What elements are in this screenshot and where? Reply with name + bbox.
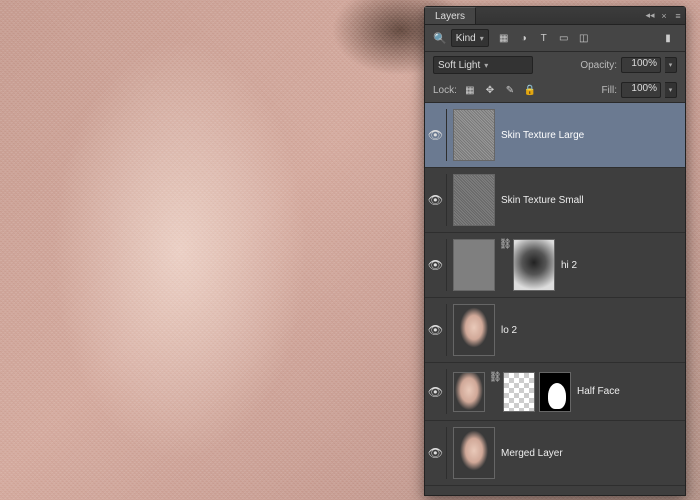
tab-layers[interactable]: Layers bbox=[425, 7, 476, 24]
lock-brush-icon[interactable]: ✎ bbox=[501, 82, 519, 98]
search-icon: 🔍 bbox=[433, 32, 447, 45]
lock-all-icon[interactable]: 🔒 bbox=[521, 82, 539, 98]
collapse-icon[interactable]: ◂◂ bbox=[643, 10, 657, 21]
layer-name[interactable]: Half Face bbox=[577, 386, 679, 397]
mask-thumb[interactable] bbox=[539, 372, 571, 412]
layer-row[interactable]: 👁 Skin Texture Small bbox=[425, 168, 685, 233]
visibility-eye-icon[interactable]: 👁 bbox=[425, 109, 447, 161]
blend-mode-value: Soft Light bbox=[438, 60, 480, 71]
layer-row[interactable]: 👁 lo 2 bbox=[425, 298, 685, 363]
opacity-slider-button[interactable]: ▾ bbox=[665, 57, 677, 73]
mask-thumb[interactable] bbox=[503, 372, 535, 412]
fill-field[interactable]: 100% bbox=[621, 82, 661, 98]
layer-name[interactable]: Merged Layer bbox=[501, 448, 679, 459]
filter-fx-icon[interactable]: ◑ bbox=[515, 30, 533, 46]
filter-toggle-switch[interactable]: ▮ bbox=[659, 30, 677, 46]
layer-thumb[interactable] bbox=[453, 427, 495, 479]
lock-position-icon[interactable]: ✥ bbox=[481, 82, 499, 98]
layers-panel: Layers ◂◂ × ≡ 🔍 Kind ▾ ▦◑T▭◫ ▮ Soft Ligh… bbox=[424, 6, 686, 496]
link-icon[interactable]: ⛓ bbox=[499, 239, 509, 291]
link-icon[interactable]: ⛓ bbox=[489, 372, 499, 412]
visibility-eye-icon[interactable]: 👁 bbox=[425, 304, 447, 356]
visibility-eye-icon[interactable]: 👁 bbox=[425, 369, 447, 414]
filter-kind-label: Kind bbox=[456, 33, 476, 44]
fill-slider-button[interactable]: ▾ bbox=[665, 82, 677, 98]
visibility-eye-icon[interactable]: 👁 bbox=[425, 427, 447, 479]
chevron-down-icon: ▾ bbox=[484, 61, 488, 70]
layer-name[interactable]: Skin Texture Small bbox=[501, 195, 679, 206]
filter-smart-icon[interactable]: ◫ bbox=[575, 30, 593, 46]
filter-row: 🔍 Kind ▾ ▦◑T▭◫ ▮ bbox=[425, 25, 685, 51]
visibility-eye-icon[interactable]: 👁 bbox=[425, 174, 447, 226]
layer-row[interactable]: 👁 ⛓ Half Face bbox=[425, 363, 685, 421]
fill-label: Fill: bbox=[601, 85, 617, 96]
filter-image-icon[interactable]: ▦ bbox=[495, 30, 513, 46]
opacity-field[interactable]: 100% bbox=[621, 57, 661, 73]
layer-name[interactable]: Skin Texture Large bbox=[501, 130, 679, 141]
lock-fill-row: Lock: ▦✥✎🔒 Fill: 100% ▾ bbox=[425, 78, 685, 102]
opacity-label: Opacity: bbox=[580, 60, 617, 71]
close-icon[interactable]: × bbox=[657, 11, 671, 21]
layer-thumb[interactable] bbox=[453, 174, 495, 226]
layer-thumb[interactable] bbox=[453, 304, 495, 356]
layer-name[interactable]: lo 2 bbox=[501, 325, 679, 336]
filter-shape-icon[interactable]: ▭ bbox=[555, 30, 573, 46]
filter-kind-select[interactable]: Kind ▾ bbox=[451, 29, 489, 47]
panel-tabbar: Layers ◂◂ × ≡ bbox=[425, 7, 685, 25]
chevron-down-icon: ▾ bbox=[480, 34, 484, 43]
panel-menu-icon[interactable]: ≡ bbox=[671, 11, 685, 21]
layer-row[interactable]: 👁 Merged Layer bbox=[425, 421, 685, 486]
mask-thumb[interactable] bbox=[513, 239, 555, 291]
layer-row[interactable]: 👁 ⛓ hi 2 bbox=[425, 233, 685, 298]
layer-name[interactable]: hi 2 bbox=[561, 260, 679, 271]
blend-mode-select[interactable]: Soft Light ▾ bbox=[433, 56, 533, 74]
layer-row[interactable]: 👁 Skin Texture Large bbox=[425, 103, 685, 168]
layer-thumb[interactable] bbox=[453, 372, 485, 412]
blend-opacity-row: Soft Light ▾ Opacity: 100% ▾ bbox=[425, 52, 685, 78]
layers-list: 👁 Skin Texture Large 👁 Skin Texture Small 👁 ⛓… bbox=[425, 103, 685, 495]
layer-thumb[interactable] bbox=[453, 239, 495, 291]
lock-label: Lock: bbox=[433, 85, 457, 96]
visibility-eye-icon[interactable]: 👁 bbox=[425, 239, 447, 291]
lock-pixels-icon[interactable]: ▦ bbox=[461, 82, 479, 98]
layer-thumb[interactable] bbox=[453, 109, 495, 161]
filter-type-icon[interactable]: T bbox=[535, 30, 553, 46]
